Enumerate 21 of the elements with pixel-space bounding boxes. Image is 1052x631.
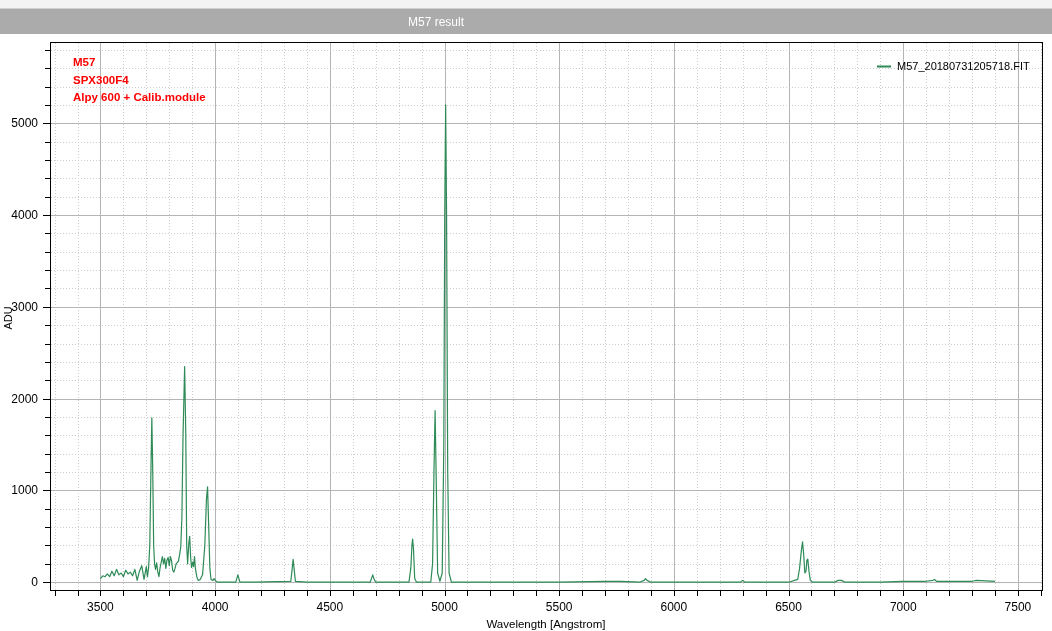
y-tick-label: 3000 [11, 299, 38, 314]
x-tick-label: 3500 [87, 600, 114, 614]
annotation-text: Alpy 600 + Calib.module [73, 91, 206, 103]
y-tick-label: 0 [31, 575, 38, 590]
window-title: M57 result [408, 15, 464, 28]
y-tick-label: 4000 [11, 208, 38, 223]
x-axis-title: Wavelength [Angstrom] [486, 618, 606, 630]
x-tick-label: 4000 [201, 600, 229, 614]
legend-label: M57_20180731205718.FIT [897, 60, 1030, 72]
x-tick-label: 6500 [775, 600, 802, 614]
x-tick-label: 7500 [1004, 600, 1032, 614]
annotation-text: M57 [73, 56, 96, 68]
x-tick-label: 5000 [431, 600, 458, 614]
x-tick-label: 4500 [316, 600, 344, 614]
x-tick-label: 7000 [889, 600, 917, 614]
y-tick-label: 5000 [11, 116, 38, 131]
x-tick-label: 6000 [660, 600, 688, 614]
y-tick-label: 2000 [11, 391, 38, 406]
y-tick-label: 1000 [11, 483, 38, 498]
annotation-text: SPX300F4 [73, 73, 129, 86]
x-tick-label: 5500 [545, 600, 573, 614]
